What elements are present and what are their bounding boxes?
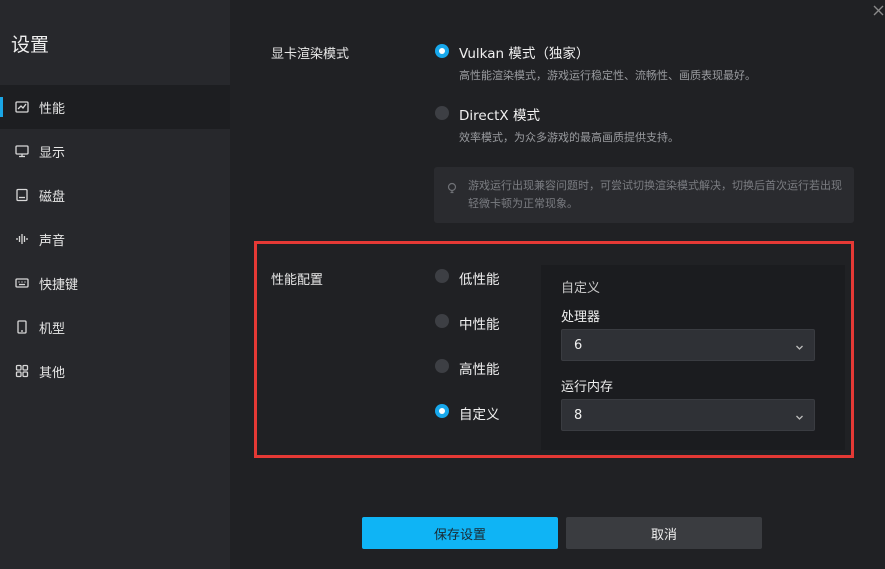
ram-label: 运行内存	[561, 380, 614, 395]
sidebar-item-model[interactable]: 机型	[0, 305, 230, 349]
cpu-select[interactable]: 6	[561, 329, 815, 361]
directx-label[interactable]: DirectX 模式	[459, 104, 540, 124]
cpu-value: 6	[574, 337, 583, 353]
tip-text: 游戏运行出现兼容问题时，可尝试切换渲染模式解决，切换后首次运行若出现轻微卡顿为正…	[468, 179, 842, 210]
monitor-icon	[15, 144, 29, 158]
sidebar-item-label: 显示	[39, 145, 66, 161]
settings-title: 设置	[11, 34, 50, 56]
mid-perf-label[interactable]: 中性能	[459, 313, 500, 333]
directx-desc: 效率模式，为众多游戏的最高画质提供支持。	[459, 131, 679, 144]
sidebar-item-sound[interactable]: 声音	[0, 217, 230, 261]
save-button[interactable]: 保存设置	[362, 517, 558, 549]
sidebar-item-label: 快捷键	[39, 277, 79, 293]
vulkan-radio[interactable]	[435, 44, 449, 58]
sound-icon	[15, 232, 29, 246]
disk-icon	[15, 188, 29, 202]
sidebar-item-label: 机型	[39, 321, 66, 337]
render-mode-label: 显卡渲染模式	[271, 47, 350, 62]
high-perf-label[interactable]: 高性能	[459, 358, 500, 378]
sidebar-item-other[interactable]: 其他	[0, 349, 230, 393]
ram-select[interactable]: 8	[561, 399, 815, 431]
sidebar-item-label: 磁盘	[39, 189, 66, 205]
cpu-label: 处理器	[561, 310, 601, 325]
directx-radio[interactable]	[435, 106, 449, 120]
custom-perf-label[interactable]: 自定义	[459, 403, 500, 423]
sidebar: 设置 性能 显示 磁盘 声音 快捷键 机型 其他	[0, 0, 230, 569]
sidebar-item-display[interactable]: 显示	[0, 129, 230, 173]
close-button[interactable]	[871, 0, 885, 20]
keyboard-icon	[15, 276, 29, 290]
chart-icon	[15, 100, 29, 114]
close-icon	[873, 1, 884, 20]
chevron-down-icon	[795, 341, 804, 350]
custom-perf-radio[interactable]	[435, 404, 449, 418]
grid-icon	[15, 364, 29, 378]
lightbulb-icon	[446, 179, 458, 194]
vulkan-label[interactable]: Vulkan 模式（独家）	[459, 42, 589, 62]
sidebar-item-label: 其他	[39, 365, 66, 381]
cancel-button[interactable]: 取消	[566, 517, 762, 549]
high-perf-radio[interactable]	[435, 359, 449, 373]
chevron-down-icon	[795, 411, 804, 420]
low-perf-label[interactable]: 低性能	[459, 268, 500, 288]
custom-panel-title: 自定义	[561, 281, 601, 296]
sidebar-item-label: 声音	[39, 233, 66, 249]
ram-value: 8	[574, 407, 583, 423]
performance-label: 性能配置	[271, 273, 324, 288]
phone-icon	[15, 320, 29, 334]
custom-panel: 自定义 处理器 6 运行内存 8	[541, 265, 845, 450]
low-perf-radio[interactable]	[435, 269, 449, 283]
sidebar-item-disk[interactable]: 磁盘	[0, 173, 230, 217]
vulkan-desc: 高性能渲染模式，游戏运行稳定性、流畅性、画质表现最好。	[459, 69, 756, 82]
sidebar-item-label: 性能	[39, 101, 66, 117]
sidebar-item-performance[interactable]: 性能	[0, 85, 230, 129]
sidebar-item-shortcuts[interactable]: 快捷键	[0, 261, 230, 305]
mid-perf-radio[interactable]	[435, 314, 449, 328]
tip-box: 游戏运行出现兼容问题时，可尝试切换渲染模式解决，切换后首次运行若出现轻微卡顿为正…	[434, 167, 854, 223]
